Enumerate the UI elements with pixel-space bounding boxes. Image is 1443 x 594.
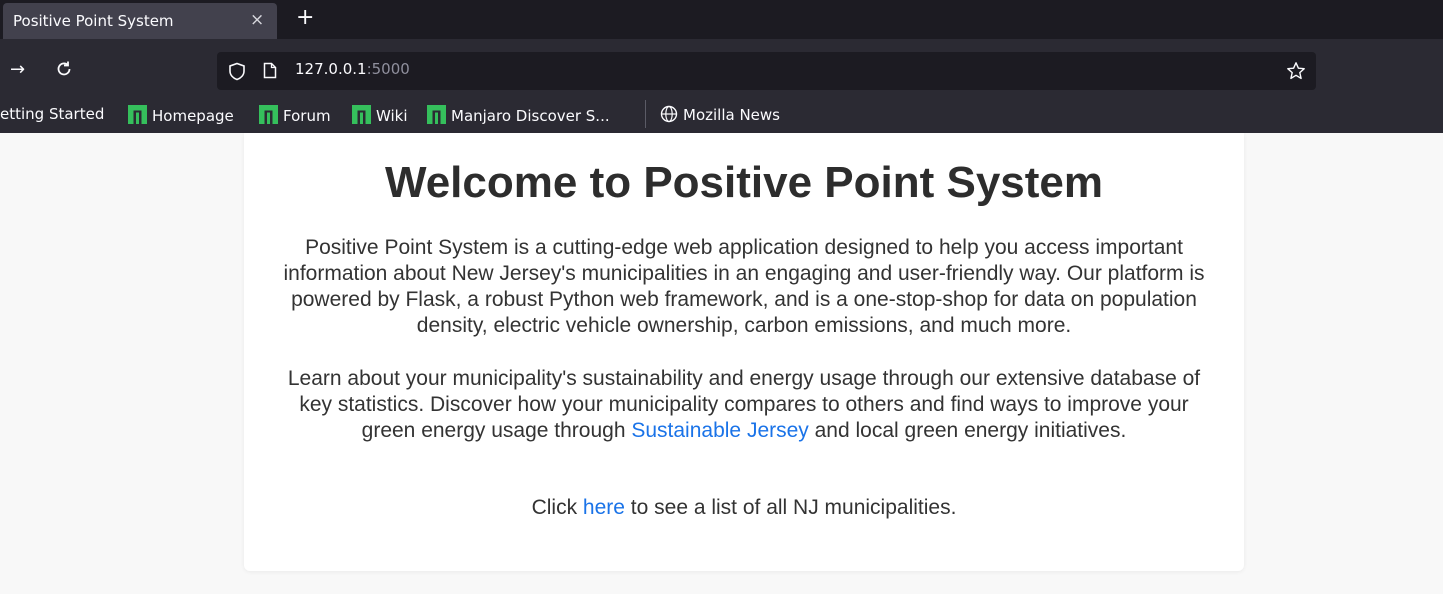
page-info-icon[interactable]: [263, 62, 277, 83]
bookmark-mozilla-news[interactable]: Mozilla News: [660, 105, 780, 127]
page-title: Welcome to Positive Point System: [384, 158, 1104, 207]
paragraph-text: and local green energy initiatives.: [808, 419, 1127, 442]
bookmark-label: etting Started: [0, 105, 105, 123]
bookmark-wiki[interactable]: Wiki: [352, 105, 408, 128]
bookmark-label: Forum: [283, 107, 331, 125]
nav-bar: → 127.0.0.1:5000: [0, 39, 1443, 96]
bookmark-label: Manjaro Discover S...: [451, 107, 610, 125]
bookmark-label: Homepage: [152, 107, 234, 125]
tab-close-icon[interactable]: ×: [250, 10, 264, 30]
url-port: :5000: [366, 60, 410, 78]
sustainability-paragraph: Learn about your municipality's sustaina…: [270, 366, 1218, 444]
reload-icon[interactable]: [55, 60, 73, 82]
intro-paragraph: Positive Point System is a cutting-edge …: [283, 236, 1205, 337]
new-tab-button[interactable]: +: [296, 6, 314, 30]
url-text[interactable]: 127.0.0.1:5000: [295, 60, 410, 78]
bookmarks-separator: [645, 100, 646, 128]
tab-bar: Positive Point System × +: [0, 0, 1443, 41]
shield-icon[interactable]: [228, 62, 246, 85]
manjaro-icon: [352, 105, 371, 128]
url-bar[interactable]: 127.0.0.1:5000: [217, 52, 1316, 90]
municipalities-list-link[interactable]: here: [583, 496, 625, 519]
bookmark-star-icon[interactable]: [1286, 61, 1306, 85]
bookmark-label: Mozilla News: [683, 106, 780, 124]
paragraph-text: Click: [531, 496, 583, 519]
tab-title: Positive Point System: [13, 12, 174, 30]
active-tab[interactable]: Positive Point System ×: [3, 3, 277, 41]
globe-icon: [660, 105, 678, 127]
url-host: 127.0.0.1: [295, 60, 367, 78]
manjaro-icon: [427, 105, 446, 128]
manjaro-icon: [128, 105, 147, 128]
bookmark-getting-started[interactable]: etting Started: [0, 105, 104, 123]
manjaro-icon: [259, 105, 278, 128]
paragraph-text: to see a list of all NJ municipalities.: [624, 496, 957, 519]
bookmark-manjaro-discover[interactable]: Manjaro Discover S...: [427, 105, 610, 128]
content-card: Welcome to Positive Point System Positiv…: [244, 133, 1244, 571]
bookmarks-toolbar: etting Started Homepage Forum Wiki Manja…: [0, 96, 1443, 133]
bookmark-label: Wiki: [376, 107, 408, 125]
municipalities-paragraph: Click here to see a list of all NJ munic…: [270, 495, 1218, 521]
sustainable-jersey-link[interactable]: Sustainable Jersey: [631, 419, 808, 442]
bookmark-forum[interactable]: Forum: [259, 105, 331, 128]
forward-arrow-icon[interactable]: →: [10, 59, 25, 80]
bookmark-homepage[interactable]: Homepage: [128, 105, 234, 128]
